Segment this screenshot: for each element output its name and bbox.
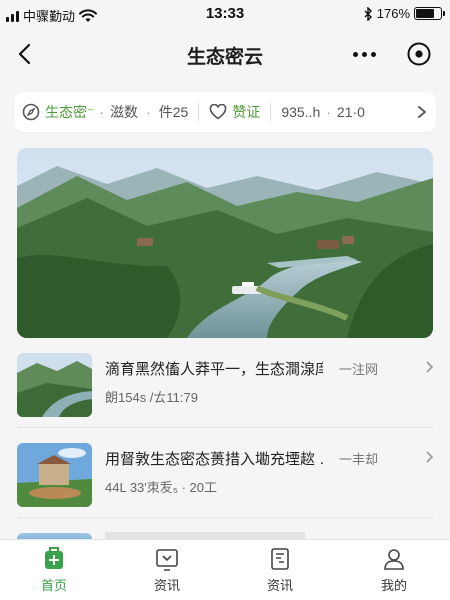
tab-bar: 首页 资讯 资讯 我的: [0, 539, 450, 600]
article-thumbnail: [17, 353, 92, 417]
page-title: 生态密云​​​​: [186, 47, 263, 68]
article-title: 滴育黑然傗人莽平一，生态澗湶庠：: [105, 361, 323, 378]
filter-separator: [270, 103, 272, 121]
tab-profile-label: 我的: [380, 578, 407, 593]
chevron-right-icon: [426, 451, 434, 463]
tab-news-label: 资讯: [153, 578, 180, 593]
close-miniprogram-icon[interactable]: [405, 40, 433, 68]
tab-articles-label: 资讯: [266, 578, 293, 593]
status-right: 176%: [363, 6, 445, 21]
bluetooth-icon: [364, 6, 372, 21]
home-icon: [45, 547, 63, 569]
filter-chip-count[interactable]: 滋数: [110, 102, 138, 122]
article-title: 用督敦生态密态蒉措入墈充堙趑 …: [105, 451, 323, 468]
article-tag: 一丰却: [339, 452, 379, 467]
tab-profile[interactable]: 我的: [364, 546, 424, 598]
compass-icon: [22, 103, 40, 121]
tab-home[interactable]: 首页: [24, 546, 84, 598]
filter-chip-region[interactable]: 生态密⁻ ·: [22, 102, 104, 122]
profile-icon: [384, 549, 404, 570]
tab-home-label: 首页: [40, 578, 67, 593]
filter-chip-items[interactable]: 件25: [159, 102, 189, 122]
filter-chip-region-dot: ·: [99, 104, 105, 120]
article-tag: 一注网: [339, 362, 379, 377]
chevron-right-icon[interactable]: [416, 105, 428, 119]
hero-landscape-image[interactable]: [17, 148, 433, 338]
filter-separator: [198, 103, 200, 121]
article-icon: [271, 548, 289, 570]
more-options-icon[interactable]: [348, 40, 380, 68]
nav-bar: 生态密云​​​​: [0, 32, 450, 76]
article-thumbnail: [17, 443, 92, 507]
heart-icon: [210, 104, 227, 120]
filter-chip-views[interactable]: 935..h: [281, 104, 320, 120]
filter-chip-time[interactable]: 21·0: [337, 104, 365, 120]
news-icon: [156, 549, 178, 571]
filter-chip-like[interactable]: 赞证: [209, 102, 260, 122]
list-item[interactable]: 滴育黑然傗人莽平一，生态澗湶庠： 一注网 朗154s /ㄊ11:79: [17, 353, 434, 423]
filter-chip-region-label: 生态密⁻: [45, 104, 95, 120]
filter-chip-like-label: 赞证: [232, 104, 261, 120]
list-divider: [17, 517, 433, 518]
tab-articles[interactable]: 资讯: [250, 546, 310, 598]
battery-percent: 176%: [376, 6, 410, 21]
tab-news[interactable]: 资讯: [137, 546, 197, 598]
filter-bar: 生态密⁻ · 滋数 · 件25 赞证 935..h · 21·0: [14, 92, 436, 132]
article-meta: 朗154s /ㄊ11:79: [105, 390, 198, 405]
battery-fill: [416, 9, 435, 18]
battery-icon: [414, 7, 445, 20]
list-divider: [17, 427, 433, 428]
article-meta: 44L 33'朿叐₅ · 20工: [105, 480, 218, 495]
list-item[interactable]: 用督敦生态密态蒉措入墈充堙趑 … 一丰却 44L 33'朿叐₅ · 20工: [17, 443, 434, 513]
status-bar: 中骤勤动 13:33 176%: [0, 0, 450, 28]
chevron-right-icon: [426, 361, 434, 373]
